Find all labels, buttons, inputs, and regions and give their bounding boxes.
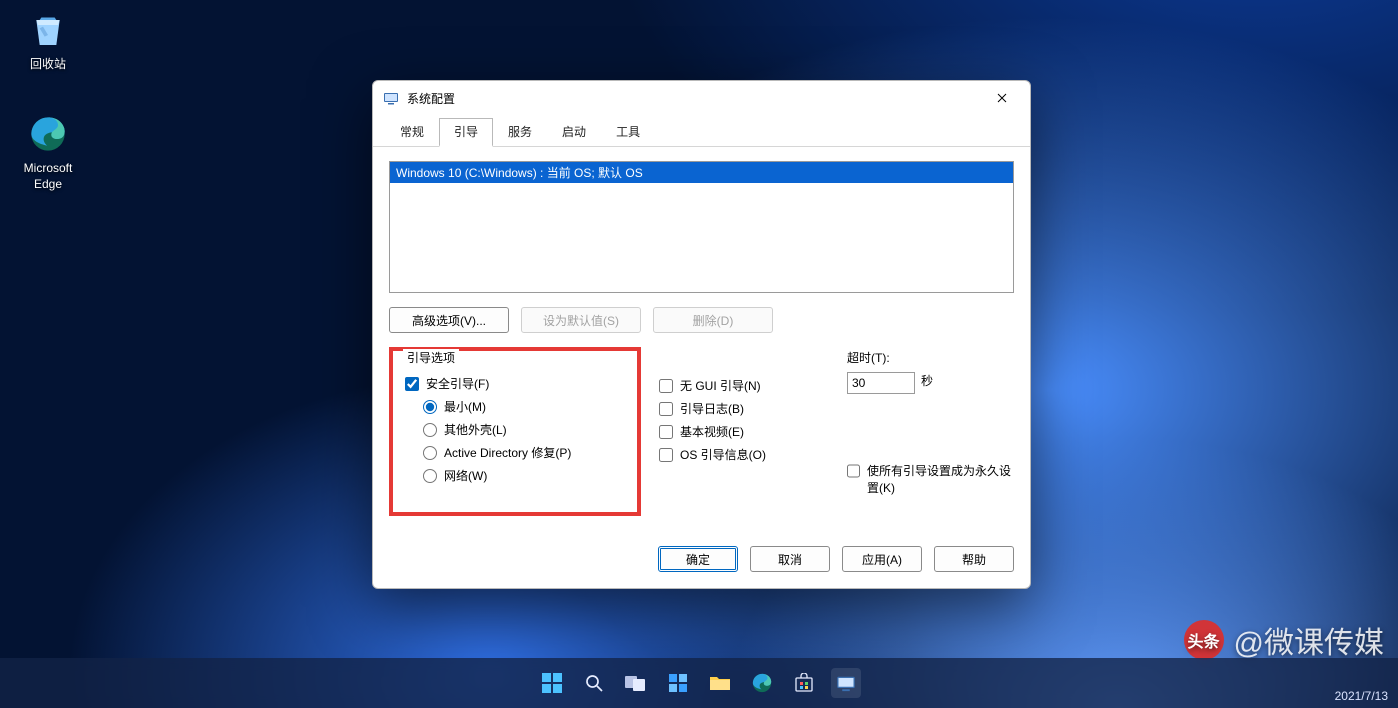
icon-label: Microsoft Edge (6, 161, 90, 192)
boot-entry-selected[interactable]: Windows 10 (C:\Windows) : 当前 OS; 默认 OS (390, 162, 1013, 183)
permanent-checkbox[interactable]: 使所有引导设置成为永久设置(K) (847, 462, 1014, 496)
radio-network-input[interactable] (423, 469, 437, 483)
radio-alt-shell[interactable]: 其他外壳(L) (423, 421, 625, 438)
no-gui-checkbox[interactable]: 无 GUI 引导(N) (659, 377, 829, 394)
cancel-button[interactable]: 取消 (750, 546, 830, 572)
advanced-options-button[interactable]: 高级选项(V)... (389, 307, 509, 333)
group-legend: 引导选项 (403, 349, 459, 366)
set-default-button: 设为默认值(S) (521, 307, 641, 333)
radio-alt-shell-input[interactable] (423, 423, 437, 437)
edge-icon (26, 112, 70, 156)
store-button[interactable] (789, 668, 819, 698)
watermark: 头条 @微课传媒 (1184, 618, 1384, 662)
tab-boot[interactable]: 引导 (439, 118, 493, 147)
radio-minimal-input[interactable] (423, 400, 437, 414)
help-button[interactable]: 帮助 (934, 546, 1014, 572)
icon-label: 回收站 (6, 57, 90, 73)
desktop: 回收站 Microsoft Edge 系统配置 常规 引导 服务 启动 工具 (0, 0, 1398, 708)
close-button[interactable] (984, 84, 1020, 112)
boot-log-checkbox[interactable]: 引导日志(B) (659, 400, 829, 417)
start-button[interactable] (537, 668, 567, 698)
os-info-input[interactable] (659, 448, 673, 462)
safe-boot-input[interactable] (405, 377, 419, 391)
tabs: 常规 引导 服务 启动 工具 (373, 117, 1030, 147)
tab-general[interactable]: 常规 (385, 118, 439, 147)
base-video-checkbox[interactable]: 基本视频(E) (659, 423, 829, 440)
dialog-footer: 确定 取消 应用(A) 帮助 (373, 532, 1030, 588)
tab-startup[interactable]: 启动 (547, 118, 601, 147)
timeout-unit: 秒 (921, 372, 933, 389)
no-gui-input[interactable] (659, 379, 673, 393)
radio-ad-repair-input[interactable] (423, 446, 437, 460)
base-video-input[interactable] (659, 425, 673, 439)
boot-log-input[interactable] (659, 402, 673, 416)
task-view-button[interactable] (621, 668, 651, 698)
tab-services[interactable]: 服务 (493, 118, 547, 147)
watermark-text: @微课传媒 (1234, 618, 1384, 662)
apply-button[interactable]: 应用(A) (842, 546, 922, 572)
window-title: 系统配置 (407, 90, 984, 107)
recycle-bin-icon (26, 8, 70, 52)
radio-ad-repair[interactable]: Active Directory 修复(P) (423, 444, 625, 461)
delete-button: 删除(D) (653, 307, 773, 333)
safe-boot-checkbox[interactable]: 安全引导(F) (405, 375, 625, 392)
boot-options-group: 引导选项 安全引导(F) 最小(M) 其他外壳(L) (389, 347, 641, 516)
watermark-badge: 头条 (1184, 620, 1224, 660)
widgets-button[interactable] (663, 668, 693, 698)
boot-list[interactable]: Windows 10 (C:\Windows) : 当前 OS; 默认 OS (389, 161, 1014, 293)
desktop-icon-recycle-bin[interactable]: 回收站 (6, 8, 90, 73)
tray-date: 2021/7/13 (1335, 688, 1388, 704)
msconfig-icon (383, 90, 399, 106)
radio-network[interactable]: 网络(W) (423, 467, 625, 484)
titlebar[interactable]: 系统配置 (373, 81, 1030, 115)
edge-taskbar-button[interactable] (747, 668, 777, 698)
radio-minimal[interactable]: 最小(M) (423, 398, 625, 415)
msconfig-taskbar-button[interactable] (831, 668, 861, 698)
taskbar[interactable]: 2021/7/13 (0, 658, 1398, 708)
desktop-icon-edge[interactable]: Microsoft Edge (6, 112, 90, 192)
msconfig-window: 系统配置 常规 引导 服务 启动 工具 Windows 10 (C:\Windo… (372, 80, 1031, 589)
os-info-checkbox[interactable]: OS 引导信息(O) (659, 446, 829, 463)
timeout-label: 超时(T): (847, 349, 1014, 366)
permanent-input[interactable] (847, 464, 860, 478)
explorer-button[interactable] (705, 668, 735, 698)
timeout-input[interactable] (847, 372, 915, 394)
ok-button[interactable]: 确定 (658, 546, 738, 572)
search-button[interactable] (579, 668, 609, 698)
system-tray[interactable]: 2021/7/13 (1335, 688, 1388, 704)
tab-tools[interactable]: 工具 (601, 118, 655, 147)
